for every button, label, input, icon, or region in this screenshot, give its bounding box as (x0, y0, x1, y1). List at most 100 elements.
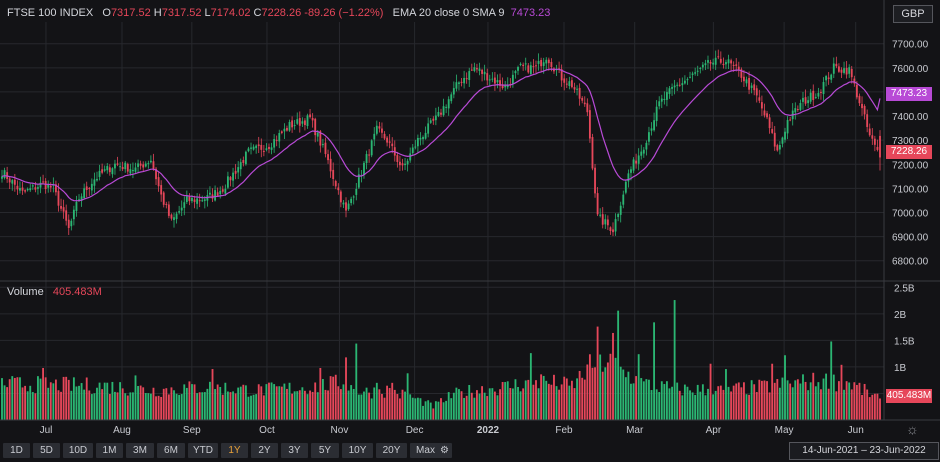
volume-bar (571, 380, 573, 420)
candle-body (214, 190, 217, 201)
volume-bar (329, 376, 332, 420)
volume-bar (835, 391, 838, 420)
candle-body (773, 132, 776, 147)
candle-body (812, 90, 815, 100)
candle-body (473, 67, 476, 71)
candle-body (568, 81, 571, 86)
date-range-picker[interactable]: 14-Jun-2021 – 23-Jun-2022 (789, 442, 939, 460)
period-20y-button[interactable]: 20Y (376, 443, 407, 458)
candle-body (386, 137, 389, 143)
period-2y-button[interactable]: 2Y (251, 443, 278, 458)
period-6m-button[interactable]: 6M (157, 443, 185, 458)
gear-icon[interactable]: ⚙ (437, 443, 452, 458)
volume-bar (62, 376, 65, 420)
volume-bar (617, 310, 620, 420)
candle-body (265, 148, 268, 150)
volume-bar (342, 384, 345, 420)
volume-bar (876, 393, 879, 420)
volume-bar (262, 395, 265, 420)
candle-body (178, 211, 181, 213)
candle-body (339, 191, 342, 203)
period-3m-button[interactable]: 3M (126, 443, 154, 458)
period-1m-button[interactable]: 1M (96, 443, 123, 458)
candle-body (452, 88, 455, 95)
volume-bar (766, 381, 768, 420)
candle-body (540, 59, 543, 67)
currency-selector[interactable]: GBP (893, 5, 933, 23)
candle-body (293, 125, 296, 127)
candle-body (116, 163, 119, 165)
period-1d-button[interactable]: 1D (3, 443, 30, 458)
candle-body (419, 137, 422, 140)
candle-body (378, 126, 381, 129)
volume-bar (239, 386, 242, 420)
candle-body (427, 123, 430, 134)
volume-bar (840, 364, 843, 420)
period-3y-button[interactable]: 3Y (281, 443, 308, 458)
period-1y-button[interactable]: 1Y (221, 443, 248, 458)
candle-body (306, 115, 309, 126)
volume-bar (861, 394, 863, 420)
candle-body (550, 61, 553, 67)
volume-bar (334, 374, 337, 420)
candle-body (799, 103, 802, 110)
candle-body (368, 154, 371, 156)
volume-bar (547, 383, 550, 420)
volume-bar (373, 387, 376, 420)
candle-body (722, 63, 725, 66)
volume-bar (339, 389, 342, 420)
candle-body (591, 137, 594, 169)
volume-bar (822, 378, 825, 420)
candle-body (409, 153, 412, 161)
volume-bar (586, 364, 589, 420)
candle-body (704, 63, 707, 66)
candle-body (802, 97, 804, 102)
period-ytd-button[interactable]: YTD (188, 443, 218, 458)
period-10y-button[interactable]: 10Y (342, 443, 373, 458)
volume-bar (42, 367, 44, 420)
period-5d-button[interactable]: 5D (33, 443, 60, 458)
volume-bar (578, 370, 581, 420)
volume-bar (1, 378, 3, 420)
volume-bar (737, 382, 740, 420)
candle-body (640, 151, 643, 156)
candle-body (594, 167, 596, 194)
candle-body (573, 87, 576, 90)
volume-bar (619, 366, 622, 420)
volume-bar (820, 389, 822, 420)
volume-bar (440, 398, 442, 420)
period-5y-button[interactable]: 5Y (311, 443, 339, 458)
volume-bar (401, 389, 404, 420)
volume-bar (39, 378, 42, 420)
volume-bar (442, 402, 445, 420)
period-10d-button[interactable]: 10D (63, 443, 93, 458)
candle-body (309, 114, 311, 118)
volume-bar (126, 395, 129, 420)
candle-body (753, 84, 756, 91)
chart-canvas[interactable]: 6800.006900.007000.007100.007200.007300.… (0, 0, 940, 440)
candle-body (203, 199, 206, 201)
candle-body (373, 133, 376, 140)
candle-body (807, 100, 810, 104)
candle-body (42, 181, 44, 183)
sun-gear-icon[interactable]: ☼ (906, 421, 919, 437)
volume-bar (129, 392, 132, 420)
volume-bar (93, 393, 96, 420)
volume-bar (121, 388, 124, 420)
candle-body (144, 163, 147, 167)
candle-body (188, 196, 191, 202)
candle-body (771, 129, 774, 133)
candle-body (21, 187, 24, 191)
price-tick-label: 7700.00 (892, 40, 929, 51)
volume-bar (612, 332, 614, 420)
volume-bar (673, 300, 676, 420)
volume-bar (560, 384, 563, 420)
volume-bar (781, 377, 784, 420)
volume-bar (183, 384, 186, 420)
candle-body (304, 120, 306, 126)
candle-body (778, 145, 781, 150)
candle-body (329, 158, 332, 172)
volume-bar (247, 396, 250, 420)
indicator-value: 7473.23 (510, 7, 551, 19)
volume-bar (167, 394, 170, 420)
